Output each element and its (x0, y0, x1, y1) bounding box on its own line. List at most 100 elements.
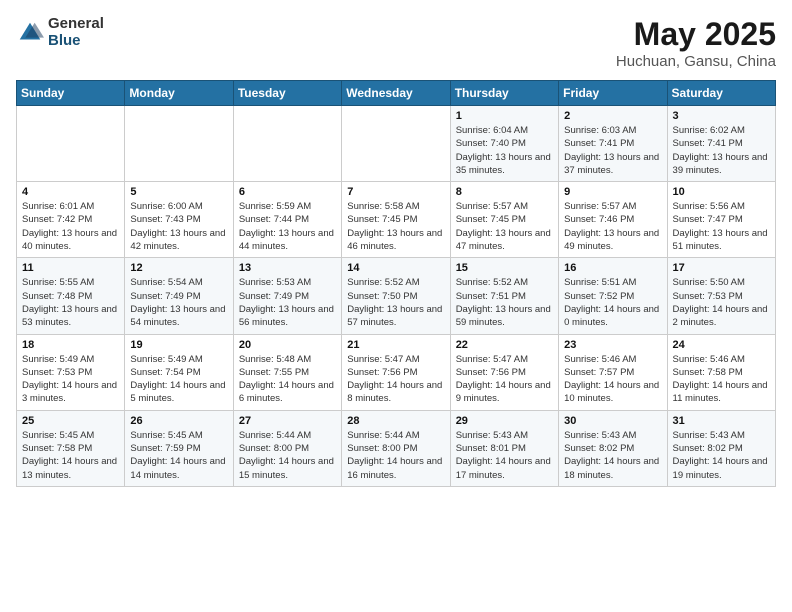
day-number: 1 (456, 110, 553, 122)
calendar-table: SundayMondayTuesdayWednesdayThursdayFrid… (16, 80, 776, 487)
logo-general-label: General (48, 16, 104, 33)
day-cell: 16 Sunrise: 5:51 AM Sunset: 7:52 PM Dayli… (559, 258, 667, 334)
day-cell: 24 Sunrise: 5:46 AM Sunset: 7:58 PM Dayli… (667, 334, 775, 410)
day-cell: 6Sunrise: 5:59 AM Sunset: 7:44 PM Daylig… (233, 182, 341, 258)
day-number: 23 (564, 339, 661, 351)
day-cell: 7 Sunrise: 5:58 AM Sunset: 7:45 PM Daylig… (342, 182, 450, 258)
day-number: 6 (239, 186, 336, 198)
day-number: 12 (130, 262, 227, 274)
day-cell: 8 Sunrise: 5:57 AM Sunset: 7:45 PM Daylig… (450, 182, 558, 258)
calendar-title: May 2025 (616, 16, 776, 53)
day-cell: 27 Sunrise: 5:44 AM Sunset: 8:00 PM Dayli… (233, 410, 341, 486)
day-cell: 10Sunrise: 5:56 AM Sunset: 7:47 PM Dayli… (667, 182, 775, 258)
day-cell: 3 Sunrise: 6:02 AM Sunset: 7:41 PM Daylig… (667, 106, 775, 182)
day-detail: Sunrise: 5:56 AM Sunset: 7:47 PM Dayligh… (673, 200, 770, 253)
day-detail: Sunrise: 5:43 AM Sunset: 8:02 PM Dayligh… (564, 429, 661, 482)
day-number: 18 (22, 339, 119, 351)
day-number: 2 (564, 110, 661, 122)
day-cell (233, 106, 341, 182)
day-detail: Sunrise: 5:48 AM Sunset: 7:55 PM Dayligh… (239, 353, 336, 406)
day-cell: 19 Sunrise: 5:49 AM Sunset: 7:54 PM Dayli… (125, 334, 233, 410)
day-number: 30 (564, 415, 661, 427)
day-cell: 20 Sunrise: 5:48 AM Sunset: 7:55 PM Dayli… (233, 334, 341, 410)
day-number: 21 (347, 339, 444, 351)
week-row-1: 1 Sunrise: 6:04 AM Sunset: 7:40 PM Daylig… (17, 106, 776, 182)
day-number: 4 (22, 186, 119, 198)
day-detail: Sunrise: 5:57 AM Sunset: 7:46 PM Dayligh… (564, 200, 661, 253)
header-cell-sunday: Sunday (17, 81, 125, 106)
day-cell: 25Sunrise: 5:45 AM Sunset: 7:58 PM Dayli… (17, 410, 125, 486)
header-cell-saturday: Saturday (667, 81, 775, 106)
day-number: 28 (347, 415, 444, 427)
day-cell: 11Sunrise: 5:55 AM Sunset: 7:48 PM Dayli… (17, 258, 125, 334)
day-number: 25 (22, 415, 119, 427)
day-number: 22 (456, 339, 553, 351)
logo-text: General Blue (48, 16, 104, 49)
day-cell: 9Sunrise: 5:57 AM Sunset: 7:46 PM Daylig… (559, 182, 667, 258)
day-detail: Sunrise: 5:46 AM Sunset: 7:58 PM Dayligh… (673, 353, 770, 406)
day-cell: 26 Sunrise: 5:45 AM Sunset: 7:59 PM Dayli… (125, 410, 233, 486)
day-detail: Sunrise: 5:43 AM Sunset: 8:02 PM Dayligh… (673, 429, 770, 482)
week-row-5: 25Sunrise: 5:45 AM Sunset: 7:58 PM Dayli… (17, 410, 776, 486)
day-number: 7 (347, 186, 444, 198)
calendar-header: SundayMondayTuesdayWednesdayThursdayFrid… (17, 81, 776, 106)
day-number: 5 (130, 186, 227, 198)
calendar-subtitle: Huchuan, Gansu, China (616, 53, 776, 70)
day-detail: Sunrise: 5:50 AM Sunset: 7:53 PM Dayligh… (673, 276, 770, 329)
day-detail: Sunrise: 5:43 AM Sunset: 8:01 PM Dayligh… (456, 429, 553, 482)
day-detail: Sunrise: 5:54 AM Sunset: 7:49 PM Dayligh… (130, 276, 227, 329)
day-detail: Sunrise: 5:57 AM Sunset: 7:45 PM Dayligh… (456, 200, 553, 253)
day-detail: Sunrise: 5:47 AM Sunset: 7:56 PM Dayligh… (456, 353, 553, 406)
day-number: 26 (130, 415, 227, 427)
header-cell-thursday: Thursday (450, 81, 558, 106)
header-cell-friday: Friday (559, 81, 667, 106)
day-detail: Sunrise: 5:44 AM Sunset: 8:00 PM Dayligh… (347, 429, 444, 482)
day-detail: Sunrise: 6:03 AM Sunset: 7:41 PM Dayligh… (564, 124, 661, 177)
day-number: 8 (456, 186, 553, 198)
week-row-4: 18 Sunrise: 5:49 AM Sunset: 7:53 PM Dayli… (17, 334, 776, 410)
logo: General Blue (16, 16, 104, 49)
day-number: 24 (673, 339, 770, 351)
day-number: 17 (673, 262, 770, 274)
day-detail: Sunrise: 5:52 AM Sunset: 7:51 PM Dayligh… (456, 276, 553, 329)
day-detail: Sunrise: 5:58 AM Sunset: 7:45 PM Dayligh… (347, 200, 444, 253)
day-number: 15 (456, 262, 553, 274)
day-cell: 21 Sunrise: 5:47 AM Sunset: 7:56 PM Dayli… (342, 334, 450, 410)
day-number: 16 (564, 262, 661, 274)
day-number: 27 (239, 415, 336, 427)
day-detail: Sunrise: 6:00 AM Sunset: 7:43 PM Dayligh… (130, 200, 227, 253)
day-detail: Sunrise: 5:49 AM Sunset: 7:53 PM Dayligh… (22, 353, 119, 406)
day-detail: Sunrise: 5:52 AM Sunset: 7:50 PM Dayligh… (347, 276, 444, 329)
day-cell: 17 Sunrise: 5:50 AM Sunset: 7:53 PM Dayli… (667, 258, 775, 334)
day-cell: 4Sunrise: 6:01 AM Sunset: 7:42 PM Daylig… (17, 182, 125, 258)
header-cell-monday: Monday (125, 81, 233, 106)
day-cell: 23 Sunrise: 5:46 AM Sunset: 7:57 PM Dayli… (559, 334, 667, 410)
day-cell (125, 106, 233, 182)
day-detail: Sunrise: 6:04 AM Sunset: 7:40 PM Dayligh… (456, 124, 553, 177)
header-cell-wednesday: Wednesday (342, 81, 450, 106)
day-detail: Sunrise: 5:49 AM Sunset: 7:54 PM Dayligh… (130, 353, 227, 406)
day-detail: Sunrise: 5:47 AM Sunset: 7:56 PM Dayligh… (347, 353, 444, 406)
day-number: 29 (456, 415, 553, 427)
header-cell-tuesday: Tuesday (233, 81, 341, 106)
day-detail: Sunrise: 6:02 AM Sunset: 7:41 PM Dayligh… (673, 124, 770, 177)
week-row-2: 4Sunrise: 6:01 AM Sunset: 7:42 PM Daylig… (17, 182, 776, 258)
day-number: 3 (673, 110, 770, 122)
day-number: 31 (673, 415, 770, 427)
title-block: May 2025 Huchuan, Gansu, China (616, 16, 776, 70)
day-cell: 13 Sunrise: 5:53 AM Sunset: 7:49 PM Dayli… (233, 258, 341, 334)
day-number: 19 (130, 339, 227, 351)
day-cell: 30 Sunrise: 5:43 AM Sunset: 8:02 PM Dayli… (559, 410, 667, 486)
day-detail: Sunrise: 5:46 AM Sunset: 7:57 PM Dayligh… (564, 353, 661, 406)
day-cell: 12 Sunrise: 5:54 AM Sunset: 7:49 PM Dayli… (125, 258, 233, 334)
week-row-3: 11Sunrise: 5:55 AM Sunset: 7:48 PM Dayli… (17, 258, 776, 334)
day-number: 11 (22, 262, 119, 274)
day-cell: 28 Sunrise: 5:44 AM Sunset: 8:00 PM Dayli… (342, 410, 450, 486)
day-detail: Sunrise: 5:44 AM Sunset: 8:00 PM Dayligh… (239, 429, 336, 482)
day-detail: Sunrise: 5:45 AM Sunset: 7:59 PM Dayligh… (130, 429, 227, 482)
day-detail: Sunrise: 5:53 AM Sunset: 7:49 PM Dayligh… (239, 276, 336, 329)
day-number: 13 (239, 262, 336, 274)
day-number: 20 (239, 339, 336, 351)
day-detail: Sunrise: 5:51 AM Sunset: 7:52 PM Dayligh… (564, 276, 661, 329)
day-cell: 31 Sunrise: 5:43 AM Sunset: 8:02 PM Dayli… (667, 410, 775, 486)
